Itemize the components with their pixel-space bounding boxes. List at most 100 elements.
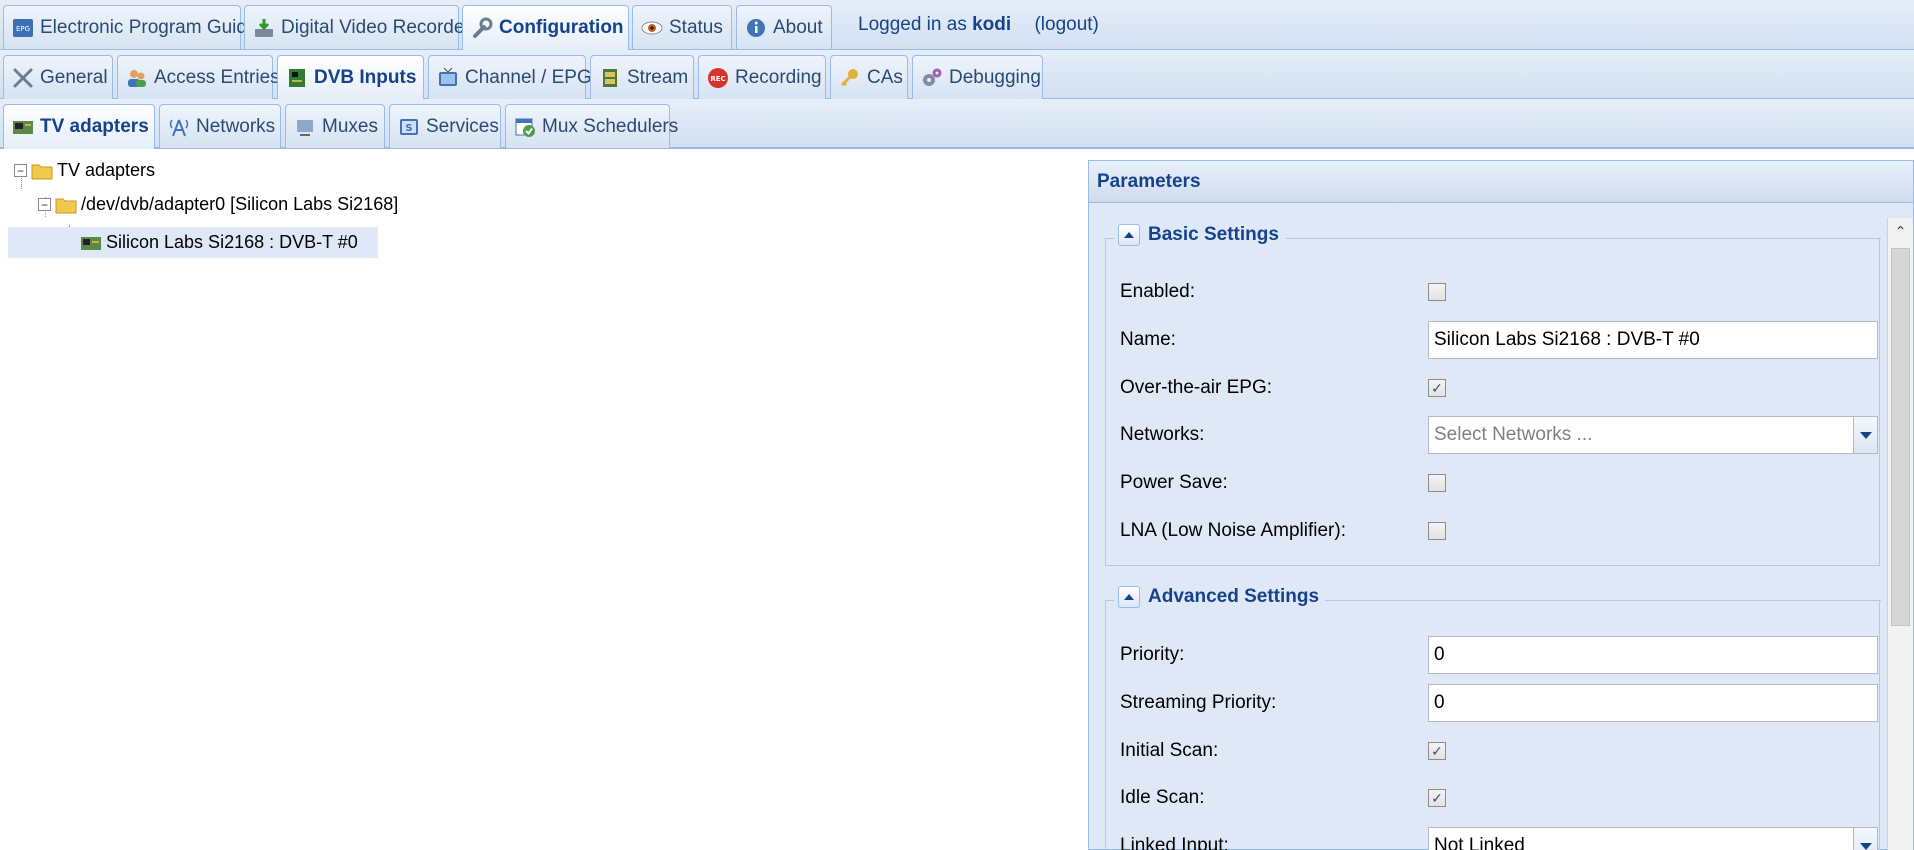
field-label: Networks: bbox=[1120, 424, 1205, 445]
tv-icon bbox=[437, 67, 459, 89]
tab-status[interactable]: Status bbox=[632, 5, 732, 49]
legend-label: Advanced Settings bbox=[1148, 586, 1320, 607]
tab-tv-adapters[interactable]: TV adapters bbox=[3, 104, 155, 149]
scroll-thumb[interactable] bbox=[1891, 248, 1910, 626]
tab-about[interactable]: About bbox=[736, 5, 832, 49]
streaming-priority-input[interactable] bbox=[1428, 684, 1878, 722]
tab-label: Networks bbox=[196, 115, 276, 137]
tab-label: General bbox=[40, 66, 108, 88]
dvr-icon bbox=[253, 17, 275, 39]
field-priority: Priority: bbox=[1120, 635, 1880, 675]
ota-epg-checkbox[interactable]: ✓ bbox=[1428, 379, 1446, 397]
mux-icon bbox=[294, 116, 316, 138]
antenna-icon bbox=[168, 116, 190, 138]
dvb-inputs-tab-bar: TV adapters Networks Muxes S Services Mu… bbox=[0, 99, 1914, 149]
logout-link[interactable]: (logout) bbox=[1034, 14, 1098, 35]
tab-configuration[interactable]: Configuration bbox=[462, 5, 629, 50]
fieldset-border bbox=[1316, 600, 1881, 601]
chevron-down-icon[interactable] bbox=[1853, 417, 1877, 453]
tab-recording[interactable]: REC Recording bbox=[698, 55, 826, 99]
tree-node-frontend[interactable]: Silicon Labs Si2168 : DVB-T #0 bbox=[8, 227, 378, 258]
card-icon bbox=[286, 67, 308, 89]
field-lna: LNA (Low Noise Amplifier): bbox=[1120, 511, 1880, 551]
idle-scan-checkbox[interactable]: ✓ bbox=[1428, 789, 1446, 807]
epg-icon: EPG bbox=[12, 17, 34, 39]
tab-label: Electronic Program Guide bbox=[40, 16, 258, 38]
initial-scan-checkbox[interactable]: ✓ bbox=[1428, 742, 1446, 760]
field-label: Initial Scan: bbox=[1120, 740, 1219, 761]
eye-icon bbox=[641, 17, 663, 39]
field-streaming-priority: Streaming Priority: bbox=[1120, 683, 1880, 723]
tab-muxes[interactable]: Muxes bbox=[285, 104, 385, 148]
fieldset-border bbox=[1106, 238, 1114, 239]
tab-stream[interactable]: Stream bbox=[590, 55, 694, 99]
chevron-down-icon[interactable] bbox=[1853, 828, 1877, 850]
field-label: Linked Input: bbox=[1120, 835, 1229, 850]
collapse-basic-button[interactable] bbox=[1118, 224, 1140, 246]
collapse-advanced-button[interactable] bbox=[1118, 586, 1140, 608]
tab-label: CAs bbox=[867, 66, 903, 88]
tab-digital-video-recorder[interactable]: Digital Video Recorder bbox=[244, 5, 471, 49]
tab-label: Status bbox=[669, 16, 723, 38]
enabled-checkbox[interactable] bbox=[1428, 283, 1446, 301]
tab-dvb-inputs[interactable]: DVB Inputs bbox=[277, 55, 424, 100]
networks-placeholder: Select Networks ... bbox=[1434, 424, 1593, 445]
field-networks: Networks: Select Networks ... bbox=[1120, 415, 1880, 455]
tab-label: Configuration bbox=[499, 17, 624, 38]
wrench-icon bbox=[471, 17, 493, 39]
fieldset-border bbox=[1106, 600, 1114, 601]
tools-icon bbox=[12, 67, 34, 89]
tab-label: Digital Video Recorder bbox=[281, 16, 471, 38]
field-name: Name: bbox=[1120, 320, 1880, 360]
legend-label: Basic Settings bbox=[1148, 224, 1279, 245]
field-label: Priority: bbox=[1120, 644, 1185, 665]
field-ota-epg: Over-the-air EPG: ✓ bbox=[1120, 368, 1880, 408]
collapse-toggle[interactable]: − bbox=[14, 164, 27, 177]
tab-networks[interactable]: Networks bbox=[159, 104, 281, 148]
tab-label: DVB Inputs bbox=[314, 67, 417, 88]
name-input[interactable] bbox=[1428, 321, 1878, 359]
collapse-toggle[interactable]: − bbox=[38, 198, 51, 211]
panel-scrollbar[interactable]: ⌃ bbox=[1887, 218, 1913, 850]
tab-label: Mux Schedulers bbox=[542, 115, 679, 137]
scroll-up-icon[interactable]: ⌃ bbox=[1888, 218, 1913, 244]
tree-node-adapter[interactable]: − /dev/dvb/adapter0 [Silicon Labs Si2168… bbox=[38, 189, 398, 220]
field-label: Name: bbox=[1120, 329, 1176, 350]
tv-adapters-tree: − TV adapters − /dev/dvb/adapter0 [Silic… bbox=[0, 155, 1085, 850]
tree-node-label: /dev/dvb/adapter0 [Silicon Labs Si2168] bbox=[81, 194, 399, 214]
film-icon bbox=[599, 67, 621, 89]
priority-input[interactable] bbox=[1428, 636, 1878, 674]
linked-input-select[interactable]: Not Linked bbox=[1428, 827, 1878, 850]
login-prefix: Logged in as bbox=[858, 14, 967, 35]
scheduler-icon bbox=[514, 116, 536, 138]
tab-label: Channel / EPG bbox=[465, 66, 592, 88]
caret-up-icon bbox=[1124, 232, 1134, 238]
tab-label: Muxes bbox=[322, 115, 378, 137]
tab-label: About bbox=[773, 16, 823, 38]
tab-services[interactable]: S Services bbox=[389, 104, 501, 148]
adapter-card-icon bbox=[81, 236, 101, 250]
power-save-checkbox[interactable] bbox=[1428, 474, 1446, 492]
tree-node-label: Silicon Labs Si2168 : DVB-T #0 bbox=[106, 232, 358, 252]
caret-up-icon bbox=[1124, 594, 1134, 600]
tab-general[interactable]: General bbox=[3, 55, 113, 99]
tab-debugging[interactable]: Debugging bbox=[912, 55, 1043, 99]
tab-electronic-program-guide[interactable]: EPG Electronic Program Guide bbox=[3, 5, 258, 49]
tab-mux-schedulers[interactable]: Mux Schedulers bbox=[505, 104, 678, 148]
svg-text:REC: REC bbox=[710, 75, 725, 83]
rec-icon: REC bbox=[707, 67, 729, 89]
networks-select[interactable]: Select Networks ... bbox=[1428, 416, 1878, 454]
tab-label: Access Entries bbox=[154, 66, 280, 88]
folder-icon bbox=[55, 198, 77, 213]
tab-label: Stream bbox=[627, 66, 689, 88]
main-tab-bar: EPG Electronic Program Guide Digital Vid… bbox=[0, 0, 1914, 50]
tree-node-root[interactable]: − TV adapters bbox=[14, 155, 155, 186]
field-idle-scan: Idle Scan: ✓ bbox=[1120, 778, 1880, 818]
lna-checkbox[interactable] bbox=[1428, 522, 1446, 540]
tab-label: TV adapters bbox=[40, 116, 149, 137]
tab-cas[interactable]: CAs bbox=[830, 55, 908, 99]
adapter-icon bbox=[12, 116, 34, 138]
tab-channel-epg[interactable]: Channel / EPG bbox=[428, 55, 592, 99]
key-icon bbox=[839, 67, 861, 89]
tab-access-entries[interactable]: Access Entries bbox=[117, 55, 280, 99]
